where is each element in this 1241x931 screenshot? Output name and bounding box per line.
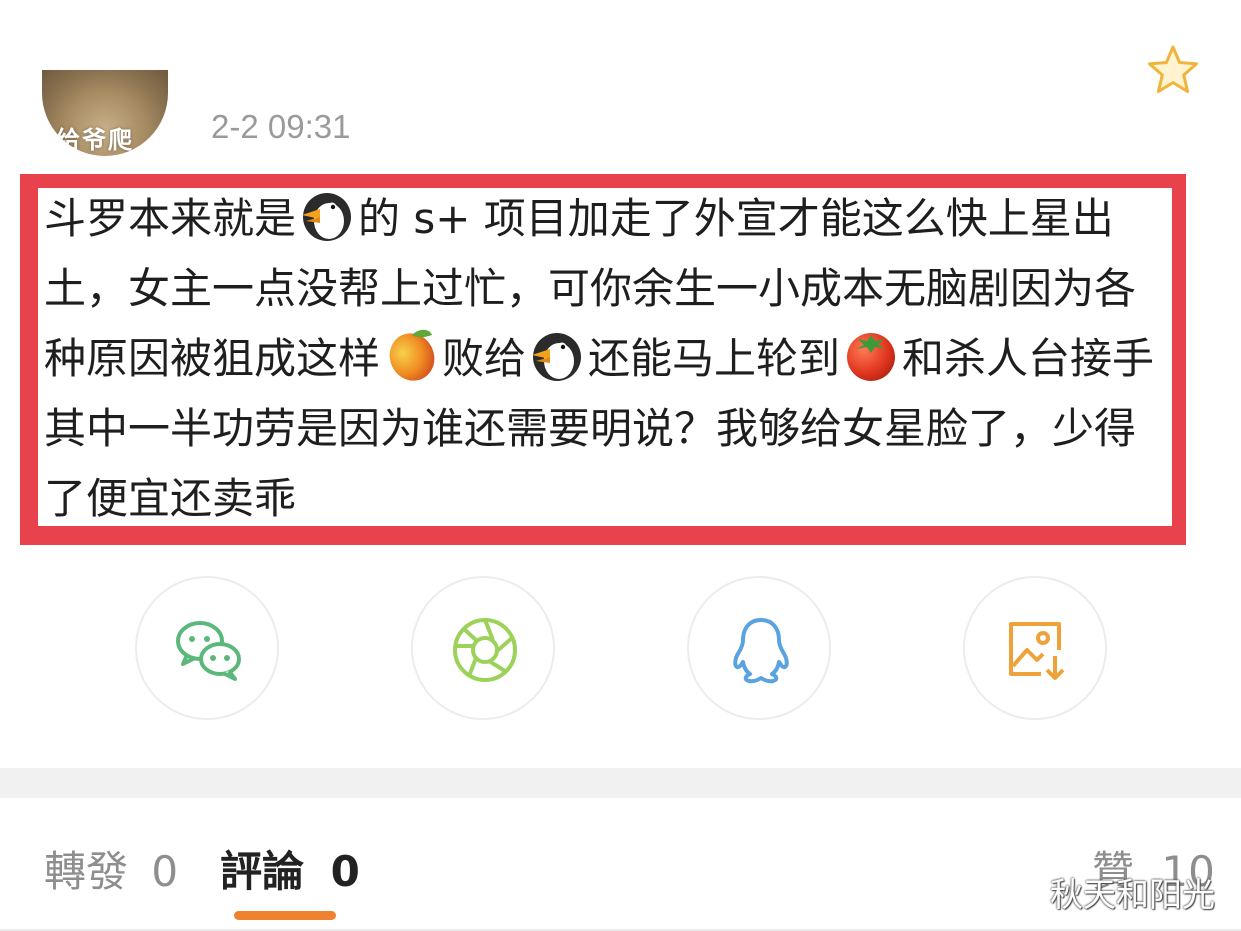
qq-penguin-icon	[733, 618, 789, 684]
tab-repost-count: 0	[151, 847, 179, 896]
share-row	[0, 576, 1241, 722]
tab-comment-count: 0	[330, 847, 360, 896]
post-text-segment: 斗罗本来就是	[44, 194, 297, 243]
tab-repost-label: 轉發	[44, 847, 129, 896]
tomato-emoji-icon	[842, 325, 900, 383]
avatar[interactable]: 给爷爬	[42, 70, 168, 156]
favorite-star-icon[interactable]	[1146, 44, 1200, 96]
tab-comment-label: 評論	[220, 847, 305, 896]
share-wechat-button[interactable]	[135, 576, 279, 720]
tab-repost[interactable]: 轉發 0	[44, 838, 178, 899]
save-image-icon	[1009, 622, 1065, 680]
active-tab-indicator	[234, 911, 336, 920]
moments-aperture-icon	[453, 618, 517, 682]
watermark: 秋天和阳光	[1050, 875, 1215, 914]
wechat-icon	[176, 621, 241, 681]
share-moments-button[interactable]	[411, 576, 555, 720]
post-text-segment: 还能马上轮到	[588, 334, 841, 383]
section-divider	[0, 768, 1241, 798]
share-qq-button[interactable]	[687, 576, 831, 720]
mango-emoji-icon	[382, 325, 440, 383]
post-text-segment: 败给	[442, 334, 527, 383]
penguin-emoji-icon	[528, 325, 586, 383]
avatar-text: 给爷爬	[56, 126, 134, 154]
save-image-button[interactable]	[963, 576, 1107, 720]
post-timestamp: 2-2 09:31	[211, 108, 351, 145]
post-text: 斗罗本来就是的 s+ 项目加走了外宣才能这么快上星出土，女主一点没帮上过忙，可你…	[44, 184, 1176, 534]
tab-comment[interactable]: 評論 0	[220, 838, 360, 899]
penguin-emoji-icon	[298, 185, 356, 243]
